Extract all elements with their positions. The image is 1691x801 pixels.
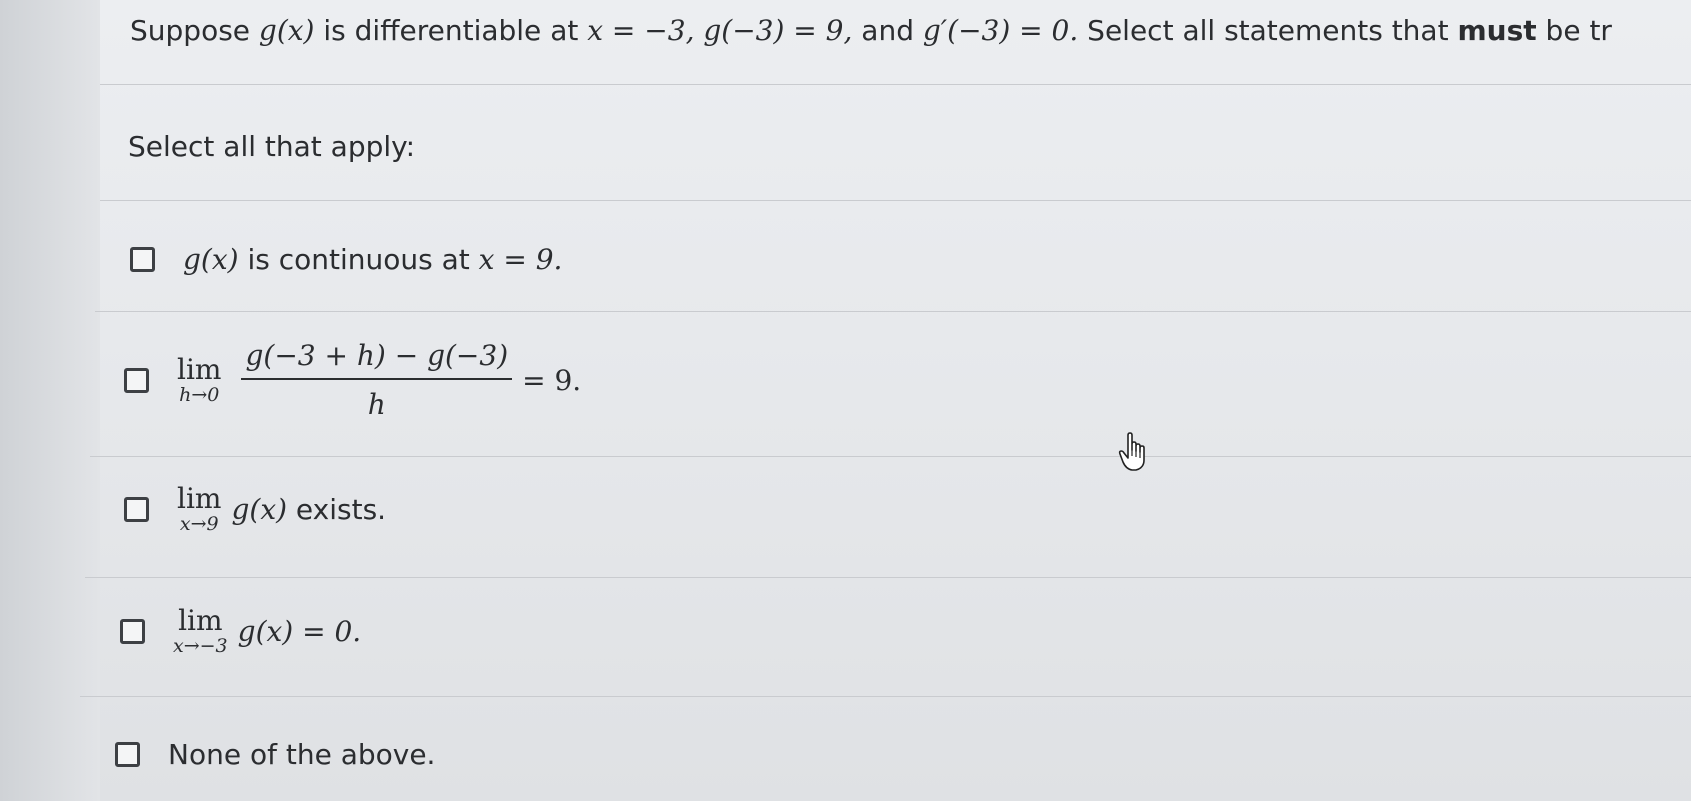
option-math: g(x)	[231, 492, 288, 526]
question-math: x = −3, g(−3) = 9,	[587, 14, 853, 47]
question-math: g(x)	[258, 14, 315, 47]
divider	[100, 200, 1691, 201]
checkbox-icon[interactable]	[124, 496, 149, 522]
option-limit-zero[interactable]: lim x→−3 g(x) = 0.	[120, 606, 361, 656]
divider	[80, 696, 1691, 697]
fraction: g(−3 + h) − g(−3) h	[241, 339, 513, 421]
option-derivative-limit[interactable]: lim h→0 g(−3 + h) − g(−3) h = 9.	[124, 339, 581, 421]
option-math: g(x) = 0.	[237, 614, 362, 648]
limit-subscript: h→0	[179, 384, 220, 406]
option-none[interactable]: None of the above.	[115, 738, 435, 771]
option-limit-exists[interactable]: lim x→9 g(x) exists.	[124, 484, 386, 534]
question-part: is differentiable at	[314, 14, 588, 47]
checkbox-icon[interactable]	[115, 742, 140, 767]
question-part: be tr	[1536, 14, 1612, 47]
divider	[90, 456, 1691, 457]
option-text: is continuous at	[238, 243, 479, 276]
question-part: Suppose	[130, 14, 259, 47]
limit-word: lim	[177, 482, 222, 515]
question-emphasis: must	[1457, 14, 1537, 47]
divider	[100, 84, 1691, 85]
left-margin-shade	[0, 0, 100, 801]
limit-subscript: x→−3	[173, 635, 228, 657]
limit-operator: lim h→0	[177, 353, 222, 406]
option-label: lim x→9 g(x) exists.	[177, 482, 387, 535]
option-math: x = 9.	[478, 243, 563, 276]
checkbox-icon[interactable]	[130, 247, 155, 272]
fraction-numerator: g(−3 + h) − g(−3)	[245, 339, 509, 372]
divider	[95, 311, 1691, 312]
option-math: = 9.	[522, 363, 582, 397]
limit-word: lim	[177, 353, 222, 386]
option-math: g(x)	[183, 243, 239, 276]
option-label: g(x) is continuous at x = 9.	[183, 243, 562, 276]
option-label: None of the above.	[168, 738, 435, 771]
hand-pointer-icon	[1118, 432, 1145, 471]
checkbox-icon[interactable]	[124, 367, 149, 393]
question-text: Suppose g(x) is differentiable at x = −3…	[130, 14, 1612, 47]
select-all-prompt: Select all that apply:	[128, 130, 416, 163]
limit-operator: lim x→9	[177, 482, 222, 535]
checkbox-icon[interactable]	[120, 618, 145, 644]
option-continuous[interactable]: g(x) is continuous at x = 9.	[130, 243, 562, 276]
limit-word: lim	[178, 604, 223, 637]
question-part: and	[852, 14, 923, 47]
option-label: lim x→−3 g(x) = 0.	[173, 604, 362, 657]
limit-subscript: x→9	[179, 513, 219, 535]
option-label: lim h→0 g(−3 + h) − g(−3) h = 9.	[177, 339, 581, 421]
option-text: exists.	[287, 492, 387, 526]
divider	[85, 577, 1691, 578]
question-math: g′(−3) = 0.	[922, 14, 1079, 47]
fraction-denominator: h	[367, 388, 386, 421]
question-part: Select all statements that	[1078, 14, 1458, 47]
option-text: None of the above.	[168, 738, 436, 771]
limit-operator: lim x→−3	[173, 604, 228, 657]
